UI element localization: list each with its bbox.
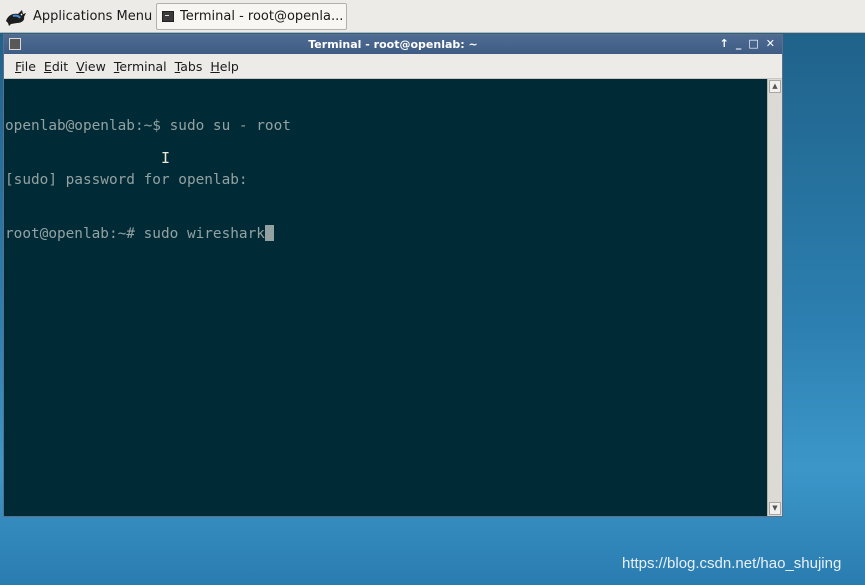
menu-help-rest: elp bbox=[219, 58, 239, 74]
window-title: Terminal - root@openlab: ~ bbox=[308, 38, 478, 51]
terminal-prompt-line: root@openlab:~# sudo wireshark bbox=[5, 225, 768, 243]
scroll-up-icon[interactable]: ▲ bbox=[769, 80, 781, 93]
watermark-text: https://blog.csdn.net/hao_shujing bbox=[622, 555, 842, 572]
menu-file[interactable]: File bbox=[12, 59, 41, 74]
applications-menu-label: Applications Menu bbox=[33, 9, 153, 24]
applications-menu-button[interactable]: Applications Menu bbox=[4, 4, 154, 29]
menu-help-mnemonic: H bbox=[210, 58, 220, 74]
ibeam-cursor-icon: I bbox=[161, 149, 171, 167]
menu-file-rest: ile bbox=[21, 58, 36, 74]
menu-edit-mnemonic: E bbox=[43, 58, 52, 74]
taskbar-terminal-label: Terminal - root@openla... bbox=[180, 9, 344, 24]
terminal-scrollbar[interactable]: ▲ ▼ bbox=[767, 79, 782, 516]
top-panel: Applications Menu Terminal - root@openla… bbox=[0, 0, 865, 33]
text-cursor bbox=[264, 225, 274, 241]
menu-tabs-rest: abs bbox=[180, 58, 203, 74]
terminal-icon bbox=[162, 11, 174, 22]
close-button[interactable]: ✕ bbox=[766, 37, 775, 50]
pin-icon[interactable]: ↑ bbox=[720, 37, 729, 50]
menu-edit-rest: dit bbox=[51, 58, 69, 74]
minimize-button[interactable]: _ bbox=[736, 37, 742, 50]
terminal-line: openlab@openlab:~$ sudo su - root bbox=[5, 118, 291, 134]
xfce-mouse-icon bbox=[6, 9, 26, 26]
menu-view[interactable]: View bbox=[73, 59, 111, 74]
menu-terminal-rest: erminal bbox=[119, 58, 167, 74]
menu-edit[interactable]: Edit bbox=[41, 59, 73, 74]
terminal-line: [sudo] password for openlab: bbox=[5, 172, 248, 188]
terminal-output[interactable]: openlab@openlab:~$ sudo su - root [sudo]… bbox=[4, 79, 768, 516]
terminal-window: Terminal - root@openlab: ~ ↑ _ □ ✕ File … bbox=[3, 34, 783, 517]
taskbar-terminal-button[interactable]: Terminal - root@openla... bbox=[156, 3, 347, 30]
terminal-line: root@openlab:~# sudo wireshark bbox=[5, 226, 265, 242]
menu-terminal[interactable]: Terminal bbox=[111, 59, 172, 74]
window-titlebar[interactable]: Terminal - root@openlab: ~ ↑ _ □ ✕ bbox=[4, 35, 782, 54]
menu-help[interactable]: Help bbox=[207, 59, 244, 74]
menu-view-rest: iew bbox=[84, 58, 106, 74]
maximize-button[interactable]: □ bbox=[748, 37, 758, 50]
menu-tabs[interactable]: Tabs bbox=[172, 59, 208, 74]
menubar: File Edit View Terminal Tabs Help bbox=[4, 54, 782, 79]
scroll-down-icon[interactable]: ▼ bbox=[769, 502, 781, 515]
